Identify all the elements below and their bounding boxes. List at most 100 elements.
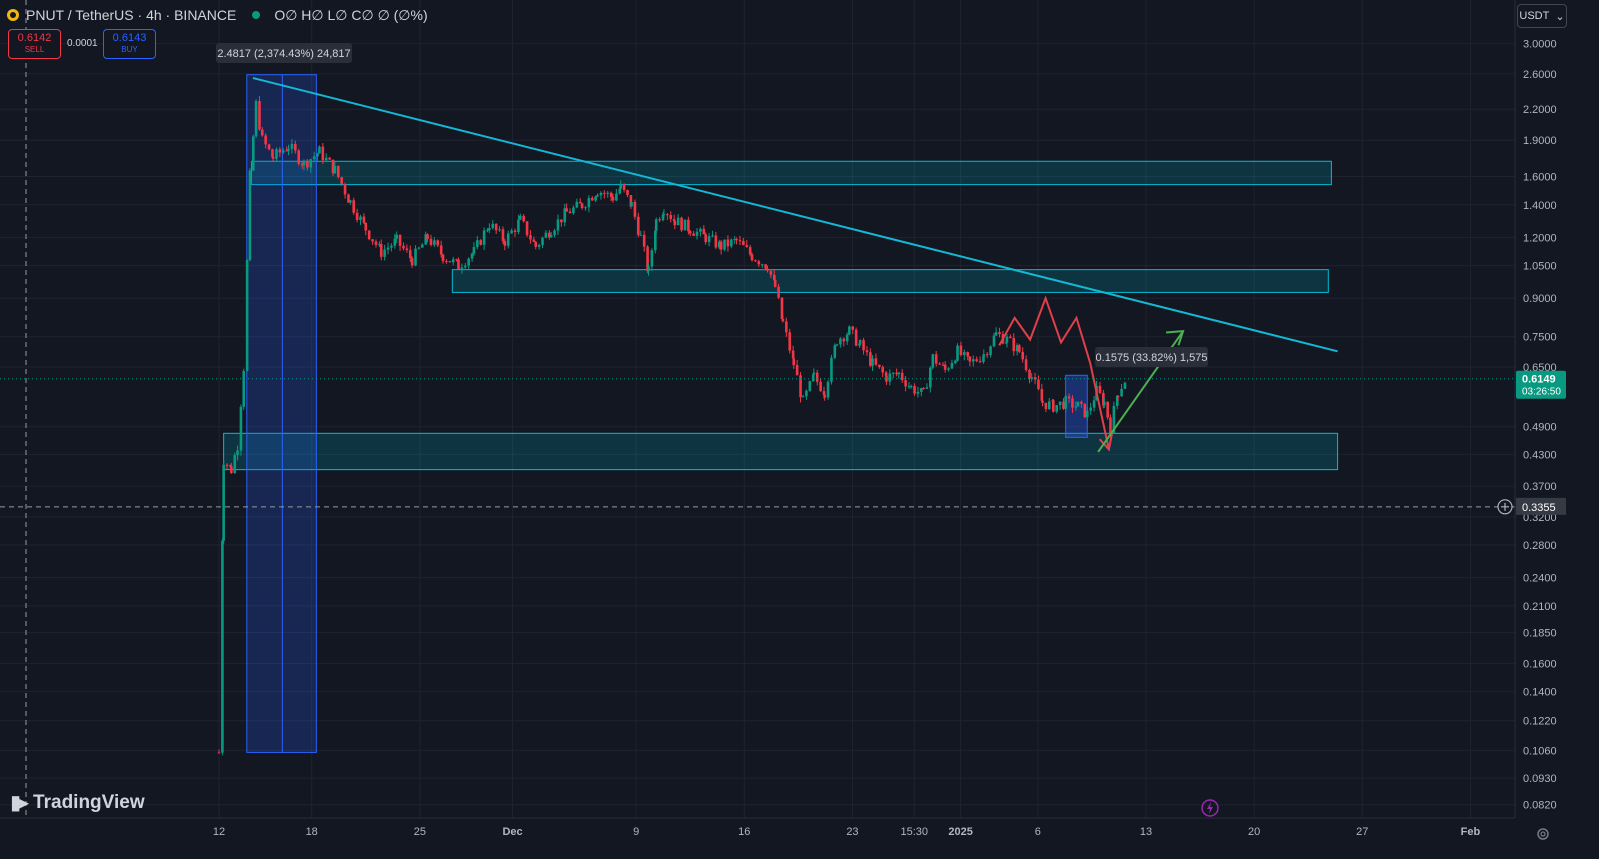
candle	[916, 391, 920, 394]
candle	[352, 200, 356, 213]
candle	[379, 244, 383, 257]
candle	[222, 464, 225, 541]
tradingview-logo-icon: ▮▸	[10, 792, 29, 814]
candle	[865, 350, 869, 353]
price-tick-label: 0.3700	[1523, 481, 1557, 493]
chart-grid	[0, 0, 1515, 818]
candle	[637, 216, 640, 235]
candle	[615, 193, 618, 201]
time-tick-label: 16	[738, 826, 750, 838]
candle	[1018, 345, 1021, 352]
candle	[704, 234, 707, 243]
candle	[336, 165, 340, 178]
candle	[267, 144, 271, 150]
candle	[766, 268, 769, 271]
candle	[730, 239, 733, 247]
tradingview-logo[interactable]: ▮▸ TradingView	[10, 790, 145, 815]
candle	[1074, 406, 1078, 408]
candle	[994, 332, 998, 336]
buy-price: 0.6143	[112, 32, 147, 44]
candle	[451, 259, 455, 263]
candle	[599, 192, 603, 196]
candle	[792, 358, 796, 366]
candle	[1052, 400, 1055, 412]
candle	[1083, 403, 1087, 418]
candle	[470, 253, 474, 259]
candle	[429, 238, 433, 245]
price-tick-label: 0.0930	[1523, 773, 1557, 785]
candle	[486, 229, 489, 231]
candle	[402, 245, 405, 249]
candle	[395, 234, 398, 239]
candle	[1021, 351, 1025, 360]
time-axis[interactable]: 12 18 25 Dec 9 16 23 15:30 2025 6 13 20 27 Feb	[0, 817, 1515, 838]
candle	[650, 250, 654, 267]
candle	[1009, 336, 1012, 339]
symbol-title[interactable]: PNUT / TetherUS · 4h · BINANCE	[26, 7, 236, 23]
candle	[1106, 401, 1109, 418]
time-tick-label: 25	[414, 826, 426, 838]
candle	[242, 370, 246, 407]
flash-icon[interactable]	[1201, 799, 1219, 817]
sell-button[interactable]: 0.6142 SELL	[8, 29, 61, 59]
candle	[445, 261, 448, 263]
candle	[654, 219, 658, 231]
candle	[421, 244, 424, 248]
candle	[414, 248, 417, 266]
candle	[968, 356, 972, 362]
time-tick-label: 20	[1248, 826, 1260, 838]
candle	[633, 201, 637, 217]
candle	[239, 406, 243, 451]
candle	[1116, 395, 1120, 397]
candle	[687, 219, 690, 232]
price-chart[interactable]: 3.0000 2.6000 2.2000 1.9000 1.6000 1.4000 1.20…	[0, 0, 1599, 859]
price-tick-label: 1.0500	[1523, 261, 1557, 273]
chevron-down-icon: ⌄	[1555, 10, 1565, 23]
currency-selector[interactable]: USDT ⌄	[1517, 4, 1567, 28]
buy-button[interactable]: 0.6143 BUY	[103, 29, 156, 59]
candle	[788, 332, 792, 351]
candle	[823, 394, 826, 398]
candle	[476, 240, 479, 248]
price-tick-label: 0.4900	[1523, 422, 1557, 434]
candle	[302, 160, 306, 166]
candle	[312, 156, 316, 160]
time-tick-label: 18	[306, 826, 318, 838]
candle	[913, 385, 916, 394]
candle	[479, 240, 483, 245]
candle	[1024, 359, 1028, 371]
candle	[1092, 400, 1096, 408]
candle	[441, 254, 445, 262]
candle	[938, 363, 941, 365]
candle	[929, 367, 932, 388]
time-tick-label: Dec	[502, 826, 522, 838]
candle	[785, 321, 788, 333]
price-axis[interactable]: 3.0000 2.6000 2.2000 1.9000 1.6000 1.4000 1.20…	[1497, 0, 1599, 859]
candle	[1085, 410, 1089, 418]
candle	[439, 245, 443, 255]
price-zone	[250, 160, 1332, 186]
candle	[603, 192, 606, 194]
candle	[522, 215, 525, 222]
candle	[532, 239, 536, 242]
candle	[517, 219, 520, 233]
price-tick-label: 1.2000	[1523, 232, 1557, 244]
countdown-label: 03:26:50	[1522, 387, 1561, 398]
gear-icon[interactable]	[1536, 827, 1550, 841]
candle	[217, 752, 221, 754]
candle	[251, 136, 255, 171]
candle	[699, 228, 702, 232]
candle	[680, 217, 683, 231]
candle	[1005, 336, 1009, 343]
candle	[711, 235, 714, 237]
candle	[590, 197, 594, 201]
candle	[754, 260, 757, 262]
candle	[518, 215, 522, 220]
small-measure-label: 0.1575 (33.82%) 1,575	[1096, 352, 1208, 364]
candle	[221, 540, 224, 753]
candle	[1067, 396, 1071, 399]
crosshair-price-label: 0.3355	[1522, 502, 1556, 514]
candle	[236, 450, 239, 456]
candle	[318, 146, 321, 154]
candle	[764, 264, 767, 269]
